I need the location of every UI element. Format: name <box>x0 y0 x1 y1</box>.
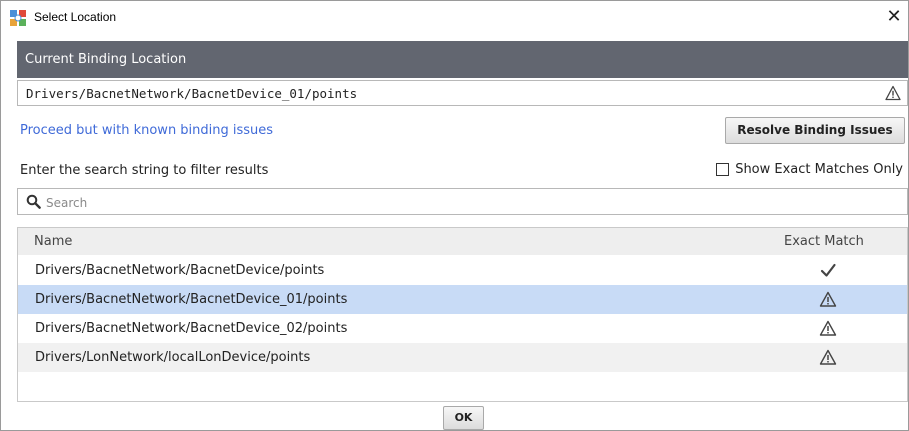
row-name: Drivers/BacnetNetwork/BacnetDevice/point… <box>35 263 325 278</box>
row-name: Drivers/BacnetNetwork/BacnetDevice_02/po… <box>35 321 348 336</box>
window-title: Select Location <box>34 10 117 24</box>
warning-triangle-icon <box>819 349 837 365</box>
filter-label: Enter the search string to filter result… <box>20 163 269 178</box>
binding-location-field: Drivers/BacnetNetwork/BacnetDevice_01/po… <box>17 80 908 106</box>
exact-matches-only-toggle[interactable]: Show Exact Matches Only <box>716 162 903 177</box>
exact-matches-label: Show Exact Matches Only <box>735 162 903 177</box>
select-location-dialog: Select Location ✕ Current Binding Locati… <box>0 0 909 431</box>
table-row[interactable]: Drivers/BacnetNetwork/BacnetDevice/point… <box>18 256 907 285</box>
search-icon <box>26 194 41 209</box>
column-header-exact-match[interactable]: Exact Match <box>784 228 864 255</box>
binding-location-value: Drivers/BacnetNetwork/BacnetDevice_01/po… <box>26 86 358 101</box>
search-box[interactable] <box>17 188 908 215</box>
checkmark-icon <box>820 263 836 277</box>
ok-button[interactable]: OK <box>443 406 484 430</box>
table-row[interactable]: Drivers/BacnetNetwork/BacnetDevice_02/po… <box>18 314 907 343</box>
row-name: Drivers/LonNetwork/localLonDevice/points <box>35 350 311 365</box>
table-row[interactable]: Drivers/LonNetwork/localLonDevice/points <box>18 343 907 372</box>
close-button[interactable]: ✕ <box>882 5 906 29</box>
close-icon: ✕ <box>886 6 902 27</box>
app-icon <box>10 10 26 26</box>
exact-matches-checkbox[interactable] <box>716 163 730 176</box>
title-bar: Select Location ✕ <box>1 1 908 35</box>
table-header: Name Exact Match <box>18 228 907 255</box>
proceed-with-issues-link[interactable]: Proceed but with known binding issues <box>20 123 273 138</box>
column-header-name[interactable]: Name <box>34 228 72 255</box>
warning-triangle-icon <box>819 320 837 336</box>
binding-location-header: Current Binding Location <box>17 41 908 78</box>
warning-triangle-icon <box>885 85 901 101</box>
search-input[interactable] <box>44 191 888 214</box>
table-row[interactable]: Drivers/BacnetNetwork/BacnetDevice_01/po… <box>18 285 907 314</box>
resolve-binding-issues-button[interactable]: Resolve Binding Issues <box>725 117 905 144</box>
warning-triangle-icon <box>819 291 837 307</box>
results-table: Name Exact Match Drivers/BacnetNetwork/B… <box>17 227 908 402</box>
row-name: Drivers/BacnetNetwork/BacnetDevice_01/po… <box>35 292 348 307</box>
